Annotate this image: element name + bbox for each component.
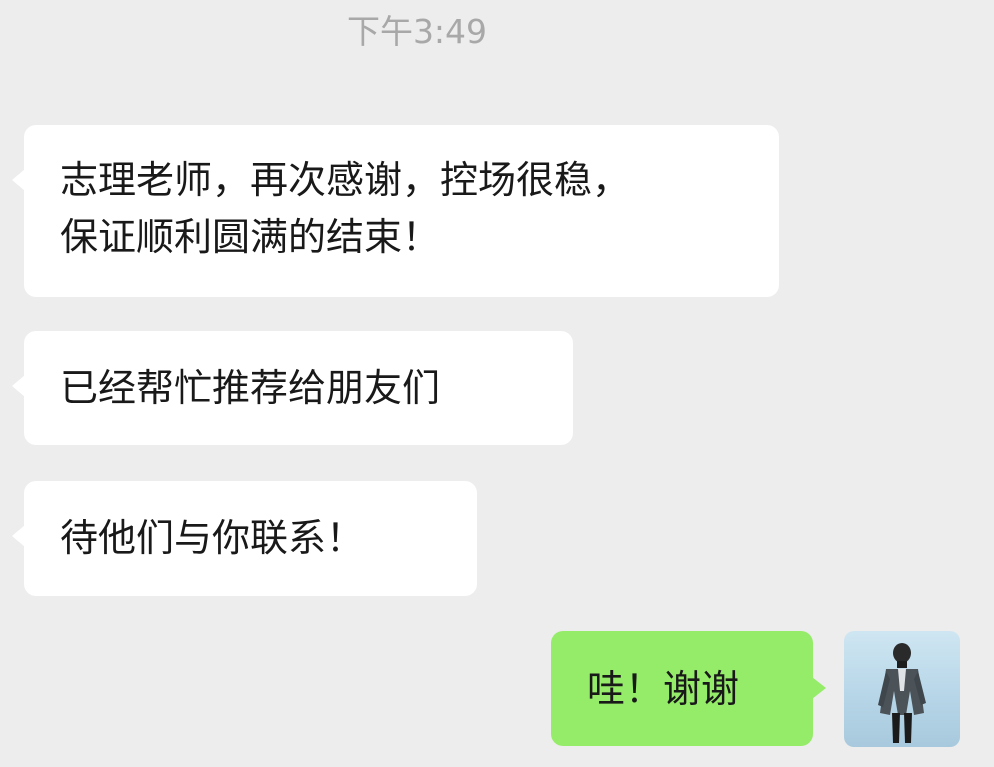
incoming-message-bubble[interactable]: 待他们与你联系！	[12, 481, 477, 596]
outgoing-message-bubble[interactable]: 哇！谢谢	[551, 631, 826, 746]
incoming-message-bubble[interactable]: 志理老师，再次感谢，控场很稳， 保证顺利圆满的结束！	[12, 125, 779, 297]
user-avatar-photo-icon	[878, 643, 926, 743]
user-avatar[interactable]	[844, 631, 960, 747]
message-timestamp: 下午3:49	[346, 12, 488, 51]
incoming-message-bubble[interactable]: 已经帮忙推荐给朋友们	[12, 331, 573, 445]
